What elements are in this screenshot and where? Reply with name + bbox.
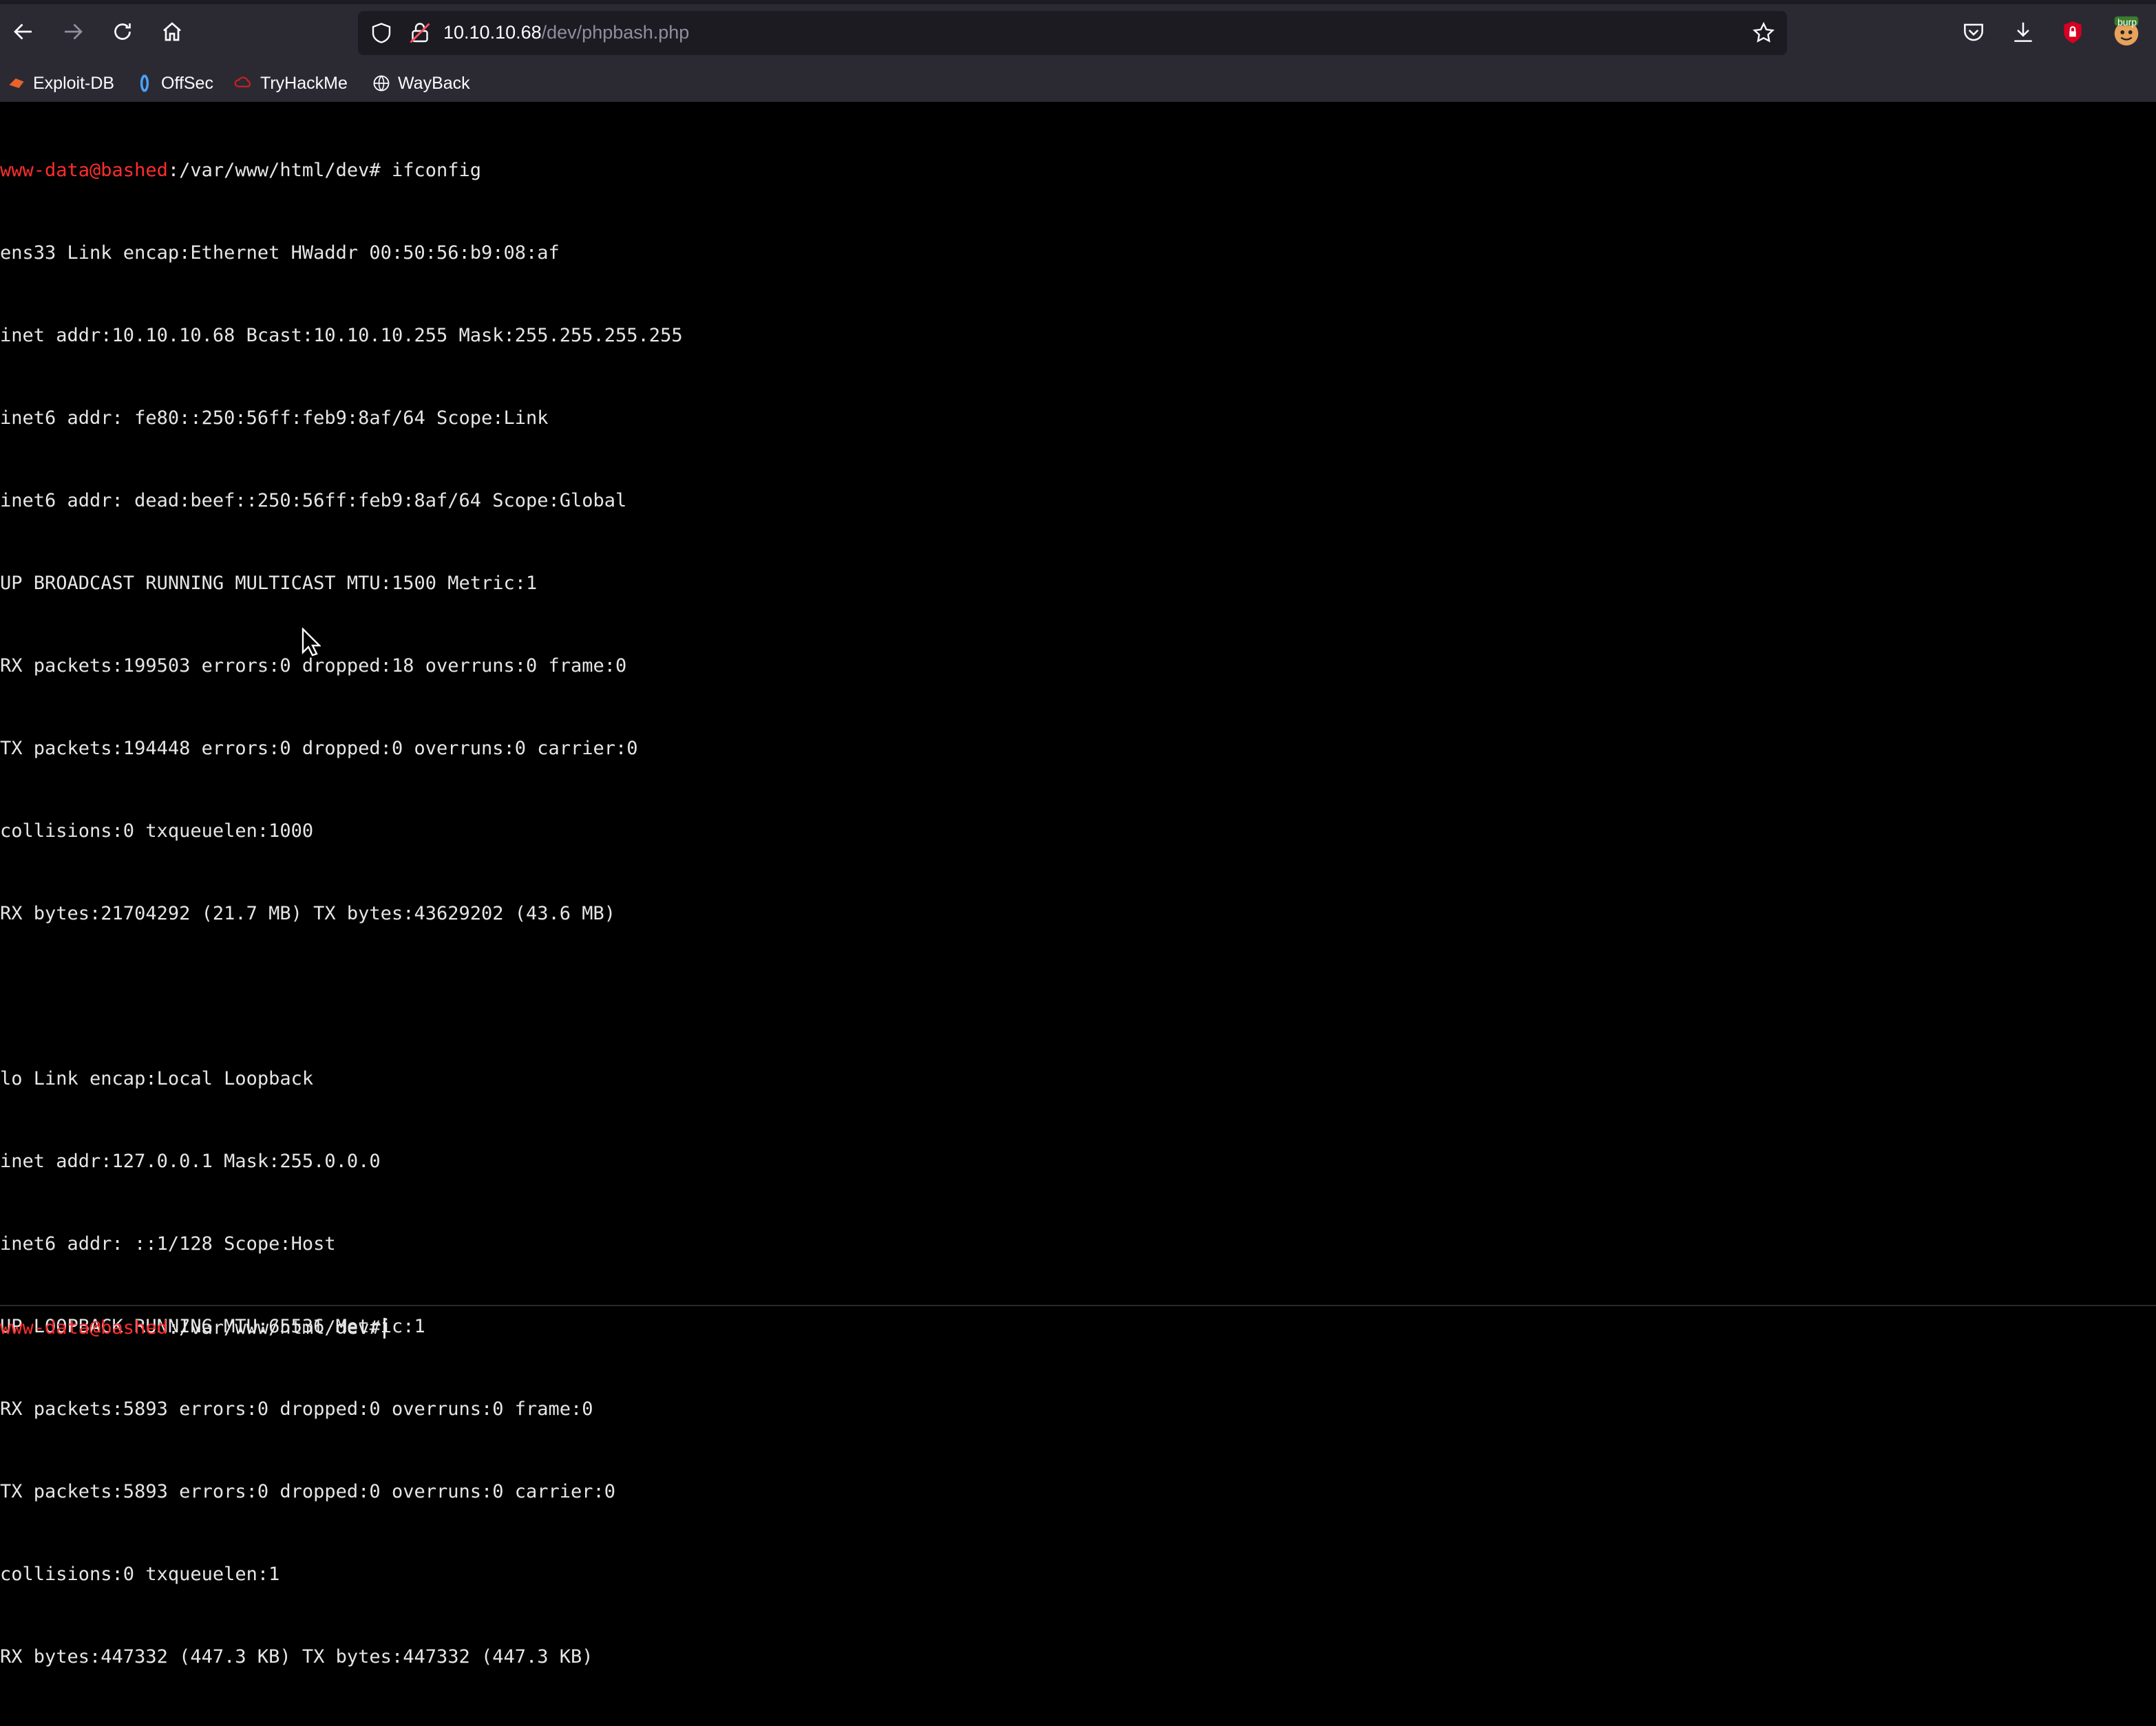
bookmarks-bar: Exploit-DB OffSec TryHackMe WayBack: [0, 65, 2156, 102]
output-line: ens33 Link encap:Ethernet HWaddr 00:50:5…: [0, 242, 560, 264]
terminal-output-area: www-data@bashed:/var/www/html/dev# ifcon…: [0, 102, 2156, 1668]
home-button[interactable]: [158, 18, 186, 45]
terminal-output: www-data@bashed:/var/www/html/dev# ifcon…: [0, 102, 683, 1726]
browser-toolbar: 10.10.10.68/dev/phpbash.php burp: [0, 0, 2156, 65]
output-line: TX packets:194448 errors:0 dropped:0 ove…: [0, 738, 638, 759]
reload-icon: [114, 23, 131, 40]
output-line: inet6 addr: fe80::250:56ff:feb9:8af/64 S…: [0, 407, 549, 429]
url-bar[interactable]: 10.10.10.68/dev/phpbash.php: [358, 11, 1787, 55]
globe-icon: [373, 75, 390, 92]
prompt-user: www-data@bashed: [0, 160, 168, 181]
command-input-line[interactable]: www-data@bashed:/var/www/html/dev#: [0, 1314, 385, 1342]
url-text[interactable]: 10.10.10.68/dev/phpbash.php: [443, 22, 689, 43]
arrow-left-icon: [14, 23, 32, 40]
output-line: inet addr:127.0.0.1 Mask:255.0.0.0: [0, 1151, 381, 1172]
bookmark-exploit-db[interactable]: Exploit-DB: [7, 72, 114, 95]
mouse-pointer-icon: [302, 628, 321, 657]
shield-icon[interactable]: [369, 21, 394, 45]
output-line: RX packets:199503 errors:0 dropped:18 ov…: [0, 655, 627, 676]
output-line: inet6 addr: ::1/128 Scope:Host: [0, 1233, 336, 1255]
output-line: RX bytes:21704292 (21.7 MB) TX bytes:436…: [0, 903, 616, 924]
output-line: inet addr:10.10.10.68 Bcast:10.10.10.255…: [0, 325, 683, 346]
text-caret: [383, 1318, 385, 1339]
output-line: lo Link encap:Local Loopback: [0, 1068, 314, 1089]
command-line: www-data@bashed:/var/www/html/dev# ifcon…: [0, 157, 683, 184]
exploitdb-icon: [9, 78, 24, 88]
burp-extension-button[interactable]: burp: [2111, 15, 2142, 47]
output-line: RX bytes:447332 (447.3 KB) TX bytes:4473…: [0, 1646, 593, 1668]
input-divider: [0, 1305, 2156, 1306]
bookmark-tryhackme[interactable]: TryHackMe: [234, 72, 348, 95]
url-path: /dev/phpbash.php: [541, 22, 690, 43]
burp-badge-text: burp: [2117, 17, 2137, 28]
extension-shield-icon[interactable]: [2060, 19, 2086, 45]
output-line: RX packets:5893 errors:0 dropped:0 overr…: [0, 1398, 593, 1420]
pocket-icon[interactable]: [1961, 19, 1987, 45]
output-line: collisions:0 txqueuelen:1000: [0, 820, 314, 842]
url-host: 10.10.10.68: [443, 22, 542, 43]
input-prompt-path: :/var/www/html/dev#: [167, 1317, 381, 1339]
bookmark-label: WayBack: [398, 73, 470, 93]
output-line: UP BROADCAST RUNNING MULTICAST MTU:1500 …: [0, 573, 538, 594]
bookmark-label: TryHackMe: [260, 73, 348, 93]
bookmark-wayback[interactable]: WayBack: [372, 72, 470, 95]
forward-button[interactable]: [59, 18, 87, 45]
offsec-icon: [140, 74, 149, 93]
output-line: TX packets:5893 errors:0 dropped:0 overr…: [0, 1481, 616, 1502]
bookmark-label: OffSec: [161, 73, 213, 93]
download-icon[interactable]: [2010, 19, 2036, 45]
back-button[interactable]: [10, 18, 37, 45]
reload-button[interactable]: [109, 18, 136, 45]
command-text: ifconfig: [380, 160, 482, 181]
input-prompt-user: www-data@bashed: [0, 1317, 168, 1339]
bookmark-star-icon[interactable]: [1751, 21, 1776, 45]
tryhackme-icon: [234, 76, 251, 87]
home-icon: [163, 22, 181, 41]
insecure-lock-icon[interactable]: [408, 21, 432, 45]
output-line: inet6 addr: dead:beef::250:56ff:feb9:8af…: [0, 490, 627, 511]
bookmark-label: Exploit-DB: [33, 73, 115, 93]
arrow-right-icon: [65, 23, 83, 40]
output-line: collisions:0 txqueuelen:1: [0, 1564, 280, 1585]
prompt-path: :/var/www/html/dev#: [167, 160, 381, 181]
bookmark-offsec[interactable]: OffSec: [135, 72, 213, 95]
